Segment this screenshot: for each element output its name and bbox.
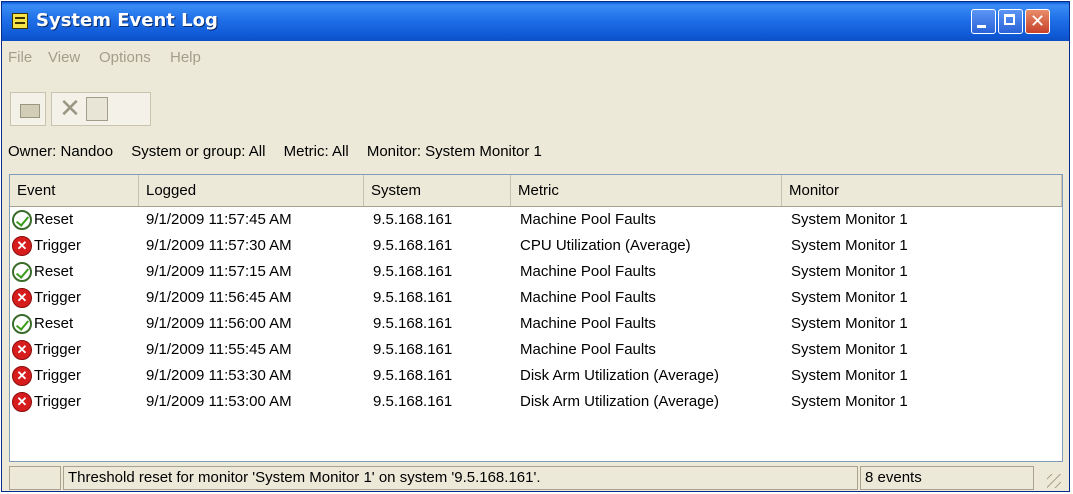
cell-system: 9.5.168.161 — [373, 289, 453, 306]
cell-logged: 9/1/2009 11:57:45 AM — [146, 211, 292, 228]
cell-event: Trigger — [34, 289, 81, 306]
menu-file[interactable]: File — [8, 49, 32, 66]
cell-logged: 9/1/2009 11:57:15 AM — [146, 263, 292, 280]
table-row[interactable]: ✕ Trigger 9/1/2009 11:53:30 AM 9.5.168.161 D… — [10, 365, 1062, 391]
cell-logged: 9/1/2009 11:53:30 AM — [146, 367, 292, 384]
status-message: Threshold reset for monitor 'System Moni… — [63, 466, 858, 490]
filter-metric: Metric: All — [283, 143, 349, 160]
column-header-logged[interactable]: Logged — [139, 175, 364, 206]
cell-logged: 9/1/2009 11:53:00 AM — [146, 393, 292, 410]
event-list[interactable]: Event Logged System Metric Monitor Reset… — [9, 174, 1063, 462]
column-header-system[interactable]: System — [364, 175, 511, 206]
cell-system: 9.5.168.161 — [373, 211, 453, 228]
cell-logged: 9/1/2009 11:55:45 AM — [146, 341, 292, 358]
app-icon[interactable] — [12, 13, 28, 29]
table-row[interactable]: ✕ Trigger 9/1/2009 11:53:00 AM 9.5.168.161 D… — [10, 391, 1062, 417]
status-bar: Threshold reset for monitor 'System Moni… — [9, 466, 1063, 490]
cell-system: 9.5.168.161 — [373, 315, 453, 332]
table-row[interactable]: Reset 9/1/2009 11:57:45 AM 9.5.168.161 Mach… — [10, 209, 1062, 235]
trigger-x-icon: ✕ — [12, 236, 32, 256]
cell-metric: CPU Utilization (Average) — [520, 237, 691, 254]
cell-metric: Machine Pool Faults — [520, 315, 656, 332]
toolbar-group: ✕ — [51, 92, 151, 126]
trigger-x-icon: ✕ — [12, 340, 32, 360]
close-button[interactable]: ✕ — [1025, 9, 1050, 34]
filter-monitor: Monitor: System Monitor 1 — [366, 143, 542, 160]
cell-event: Trigger — [34, 367, 81, 384]
table-row[interactable]: ✕ Trigger 9/1/2009 11:55:45 AM 9.5.168.161 M… — [10, 339, 1062, 365]
toolbar: ✕ — [10, 92, 160, 128]
cell-monitor: System Monitor 1 — [791, 341, 908, 358]
cell-event: Reset — [34, 315, 74, 332]
minimize-button[interactable] — [971, 9, 996, 34]
reset-check-icon — [12, 262, 32, 282]
filter-system: System or group: All — [131, 143, 266, 160]
cell-system: 9.5.168.161 — [373, 263, 453, 280]
trigger-x-icon: ✕ — [12, 392, 32, 412]
maximize-button[interactable] — [998, 9, 1023, 34]
cell-logged: 9/1/2009 11:57:30 AM — [146, 237, 292, 254]
cell-metric: Machine Pool Faults — [520, 289, 656, 306]
column-header-monitor[interactable]: Monitor — [782, 175, 1062, 206]
table-row[interactable]: Reset 9/1/2009 11:57:15 AM 9.5.168.161 Mach… — [10, 261, 1062, 287]
properties-icon[interactable] — [86, 97, 108, 121]
delete-icon[interactable]: ✕ — [59, 94, 81, 124]
cell-system: 9.5.168.161 — [373, 341, 453, 358]
list-header: Event Logged System Metric Monitor — [10, 175, 1062, 207]
close-icon: ✕ — [1029, 11, 1046, 32]
menu-options[interactable]: Options — [99, 49, 151, 66]
resize-grip[interactable] — [1047, 474, 1061, 488]
table-row[interactable]: Reset 9/1/2009 11:56:00 AM 9.5.168.161 Mach… — [10, 313, 1062, 339]
cell-monitor: System Monitor 1 — [791, 367, 908, 384]
cell-metric: Machine Pool Faults — [520, 263, 656, 280]
cell-logged: 9/1/2009 11:56:00 AM — [146, 315, 292, 332]
trigger-x-icon: ✕ — [12, 288, 32, 308]
menu-help[interactable]: Help — [170, 49, 201, 66]
trigger-x-icon: ✕ — [12, 366, 32, 386]
window-title: System Event Log — [36, 10, 218, 31]
cell-event: Reset — [34, 263, 74, 280]
cell-metric: Machine Pool Faults — [520, 211, 656, 228]
cell-event: Trigger — [34, 393, 81, 410]
cell-metric: Machine Pool Faults — [520, 341, 656, 358]
open-folder-icon — [20, 104, 40, 118]
reset-check-icon — [12, 314, 32, 334]
reset-check-icon — [12, 210, 32, 230]
cell-event: Trigger — [34, 237, 81, 254]
cell-system: 9.5.168.161 — [373, 367, 453, 384]
filter-owner: Owner: Nandoo — [8, 143, 114, 160]
cell-monitor: System Monitor 1 — [791, 315, 908, 332]
cell-monitor: System Monitor 1 — [791, 393, 908, 410]
cell-system: 9.5.168.161 — [373, 393, 453, 410]
menu-view[interactable]: View — [48, 49, 80, 66]
event-log-window: System Event Log ✕ File View Options Hel… — [1, 1, 1070, 492]
table-row[interactable]: ✕ Trigger 9/1/2009 11:56:45 AM 9.5.168.161 M… — [10, 287, 1062, 313]
title-bar[interactable]: System Event Log ✕ — [2, 2, 1069, 41]
table-row[interactable]: ✕ Trigger 9/1/2009 11:57:30 AM 9.5.168.161 C… — [10, 235, 1062, 261]
cell-monitor: System Monitor 1 — [791, 263, 908, 280]
cell-logged: 9/1/2009 11:56:45 AM — [146, 289, 292, 306]
column-header-event[interactable]: Event — [10, 175, 139, 206]
open-button[interactable] — [10, 92, 46, 126]
status-count: 8 events — [860, 466, 1034, 490]
cell-monitor: System Monitor 1 — [791, 289, 908, 306]
menu-bar: File View Options Help — [2, 42, 1069, 72]
cell-monitor: System Monitor 1 — [791, 237, 908, 254]
filter-summary: Owner: Nandoo System or group: All Metri… — [8, 143, 556, 160]
cell-monitor: System Monitor 1 — [791, 211, 908, 228]
column-header-metric[interactable]: Metric — [511, 175, 782, 206]
cell-metric: Disk Arm Utilization (Average) — [520, 393, 719, 410]
status-cell-blank — [9, 466, 61, 490]
cell-system: 9.5.168.161 — [373, 237, 453, 254]
cell-metric: Disk Arm Utilization (Average) — [520, 367, 719, 384]
cell-event: Trigger — [34, 341, 81, 358]
cell-event: Reset — [34, 211, 74, 228]
